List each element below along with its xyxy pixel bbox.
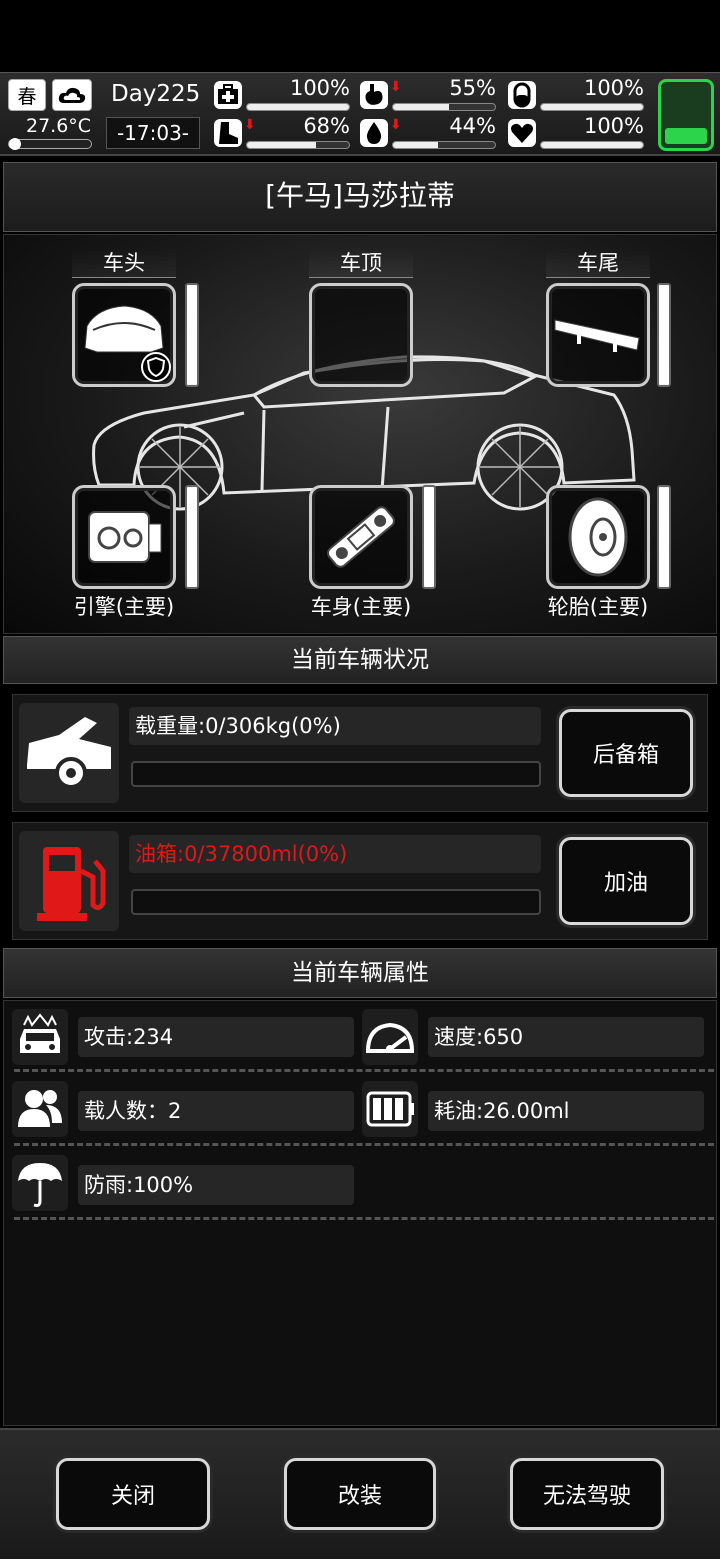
attack-value: 攻击:234 <box>78 1017 354 1057</box>
stat-health-value: 100% <box>289 76 350 100</box>
stat-stamina-fill <box>247 142 317 148</box>
slot-roof[interactable] <box>309 283 413 387</box>
drive-button[interactable]: 无法驾驶 <box>510 1458 664 1530</box>
stat-mood-value: 100% <box>583 114 644 138</box>
stat-thirst-value: 44% <box>449 114 496 138</box>
stat-energy-fill <box>541 104 643 110</box>
thermometer-icon <box>8 138 92 150</box>
slot-rear[interactable] <box>546 283 650 387</box>
slot-title-rear: 车尾 <box>546 247 650 278</box>
slot-front[interactable] <box>72 283 176 387</box>
attr-divider <box>14 1217 714 1220</box>
attributes-title: 当前车辆属性 <box>291 960 429 986</box>
slot-tire[interactable] <box>546 485 650 589</box>
stat-mood-fill <box>541 142 643 148</box>
boot-icon <box>214 119 242 147</box>
vehicle-title-bar: [午马]马莎拉蒂 <box>3 162 717 232</box>
clock-time: -17:03- <box>116 121 190 145</box>
stat-hunger-fill <box>393 104 450 110</box>
attributes-panel: 攻击:234 速度:650 载人数：2 耗油:26.00ml 防雨:100% <box>3 1000 717 1426</box>
speed-value: 速度:650 <box>428 1017 704 1057</box>
slot-title-front: 车头 <box>72 247 176 278</box>
pill-icon <box>508 81 536 109</box>
fuel-use-value: 耗油:26.00ml <box>428 1091 704 1131</box>
slot-front-durability <box>185 283 199 387</box>
close-button[interactable]: 关闭 <box>56 1458 210 1530</box>
slot-label-body: 车身(主要) <box>310 595 412 619</box>
chassis-icon <box>327 506 395 568</box>
weather-cloud-icon <box>52 79 92 111</box>
vehicle-parts-panel: 车头 车顶 车尾 引擎(主要) 车身(主要) 轮胎(主要) <box>3 234 717 634</box>
speedometer-icon <box>362 1009 418 1065</box>
medkit-icon <box>214 81 242 109</box>
capacity-value: 载人数：2 <box>78 1091 354 1131</box>
stat-health-fill <box>247 104 349 110</box>
stat-hunger-value: 55% <box>449 76 496 100</box>
season-badge: 春 <box>8 79 46 111</box>
load-text: 载重量:0/306kg(0%) <box>129 707 541 745</box>
car-attack-icon <box>12 1009 68 1065</box>
stat-mood: 100% <box>508 114 648 149</box>
footer-bar: 关闭 改装 无法驾驶 <box>0 1428 720 1559</box>
passengers-icon <box>12 1081 68 1137</box>
slot-engine[interactable] <box>72 485 176 589</box>
temperature-value: 27.6°C <box>26 115 92 137</box>
thirst-down-arrow-icon: ⬇ <box>390 117 402 133</box>
slot-label-engine: 引擎(主要) <box>73 595 175 619</box>
load-row: 载重量:0/306kg(0%) 后备箱 <box>12 694 708 812</box>
rain-value: 防雨:100% <box>78 1165 354 1205</box>
stat-thirst-fill <box>393 142 438 148</box>
umbrella-icon <box>12 1155 68 1211</box>
slot-rear-durability <box>657 283 671 387</box>
fuel-text: 油箱:0/37800ml(0%) <box>129 835 541 873</box>
slot-label-tire: 轮胎(主要) <box>547 595 649 619</box>
fuel-pump-icon <box>19 831 119 931</box>
shield-badge-icon <box>141 352 171 382</box>
stat-hunger: ⬇ 55% <box>360 76 500 111</box>
stat-thirst: ⬇ 44% <box>360 114 500 149</box>
trunk-car-icon <box>19 703 119 803</box>
slot-tire-durability <box>657 485 671 589</box>
slot-title-roof: 车顶 <box>309 247 413 278</box>
fuel-progress-bar <box>131 889 541 915</box>
stat-energy-value: 100% <box>583 76 644 100</box>
stat-stamina-value: 68% <box>303 114 350 138</box>
modify-button[interactable]: 改装 <box>284 1458 436 1530</box>
condition-header: 当前车辆状况 <box>3 636 717 684</box>
attr-divider <box>14 1143 714 1146</box>
stat-energy: 100% <box>508 76 648 111</box>
condition-title: 当前车辆状况 <box>291 647 429 673</box>
slot-body-durability <box>422 485 436 589</box>
trunk-button[interactable]: 后备箱 <box>559 709 693 797</box>
load-progress-bar <box>131 761 541 787</box>
fuel-row: 油箱:0/37800ml(0%) 加油 <box>12 822 708 940</box>
spoiler-icon <box>554 319 640 352</box>
battery-fill <box>665 128 707 144</box>
attributes-header: 当前车辆属性 <box>3 948 717 998</box>
water-drop-icon <box>360 119 388 147</box>
stomach-icon <box>360 81 388 109</box>
stat-stamina: ⬇ 68% <box>214 114 354 149</box>
season-text: 春 <box>17 85 37 108</box>
hunger-down-arrow-icon: ⬇ <box>390 79 402 95</box>
fuel-gauge-icon <box>362 1081 418 1137</box>
attr-divider <box>14 1069 714 1072</box>
clock-box: -17:03- <box>106 117 200 149</box>
day-counter: Day225 <box>111 81 201 107</box>
engine-icon <box>88 511 162 563</box>
status-bar: 春 27.6°C Day225 -17:03- 100% ⬇ 55% 100% … <box>0 72 720 156</box>
slot-body[interactable] <box>309 485 413 589</box>
stamina-down-arrow-icon: ⬇ <box>244 117 256 133</box>
vehicle-title: [午马]马莎拉蒂 <box>265 179 455 212</box>
slot-engine-durability <box>185 485 199 589</box>
refuel-button[interactable]: 加油 <box>559 837 693 925</box>
tire-icon <box>568 497 628 577</box>
stat-health: 100% <box>214 76 354 111</box>
heart-icon <box>508 119 536 147</box>
battery-indicator[interactable] <box>658 79 714 151</box>
